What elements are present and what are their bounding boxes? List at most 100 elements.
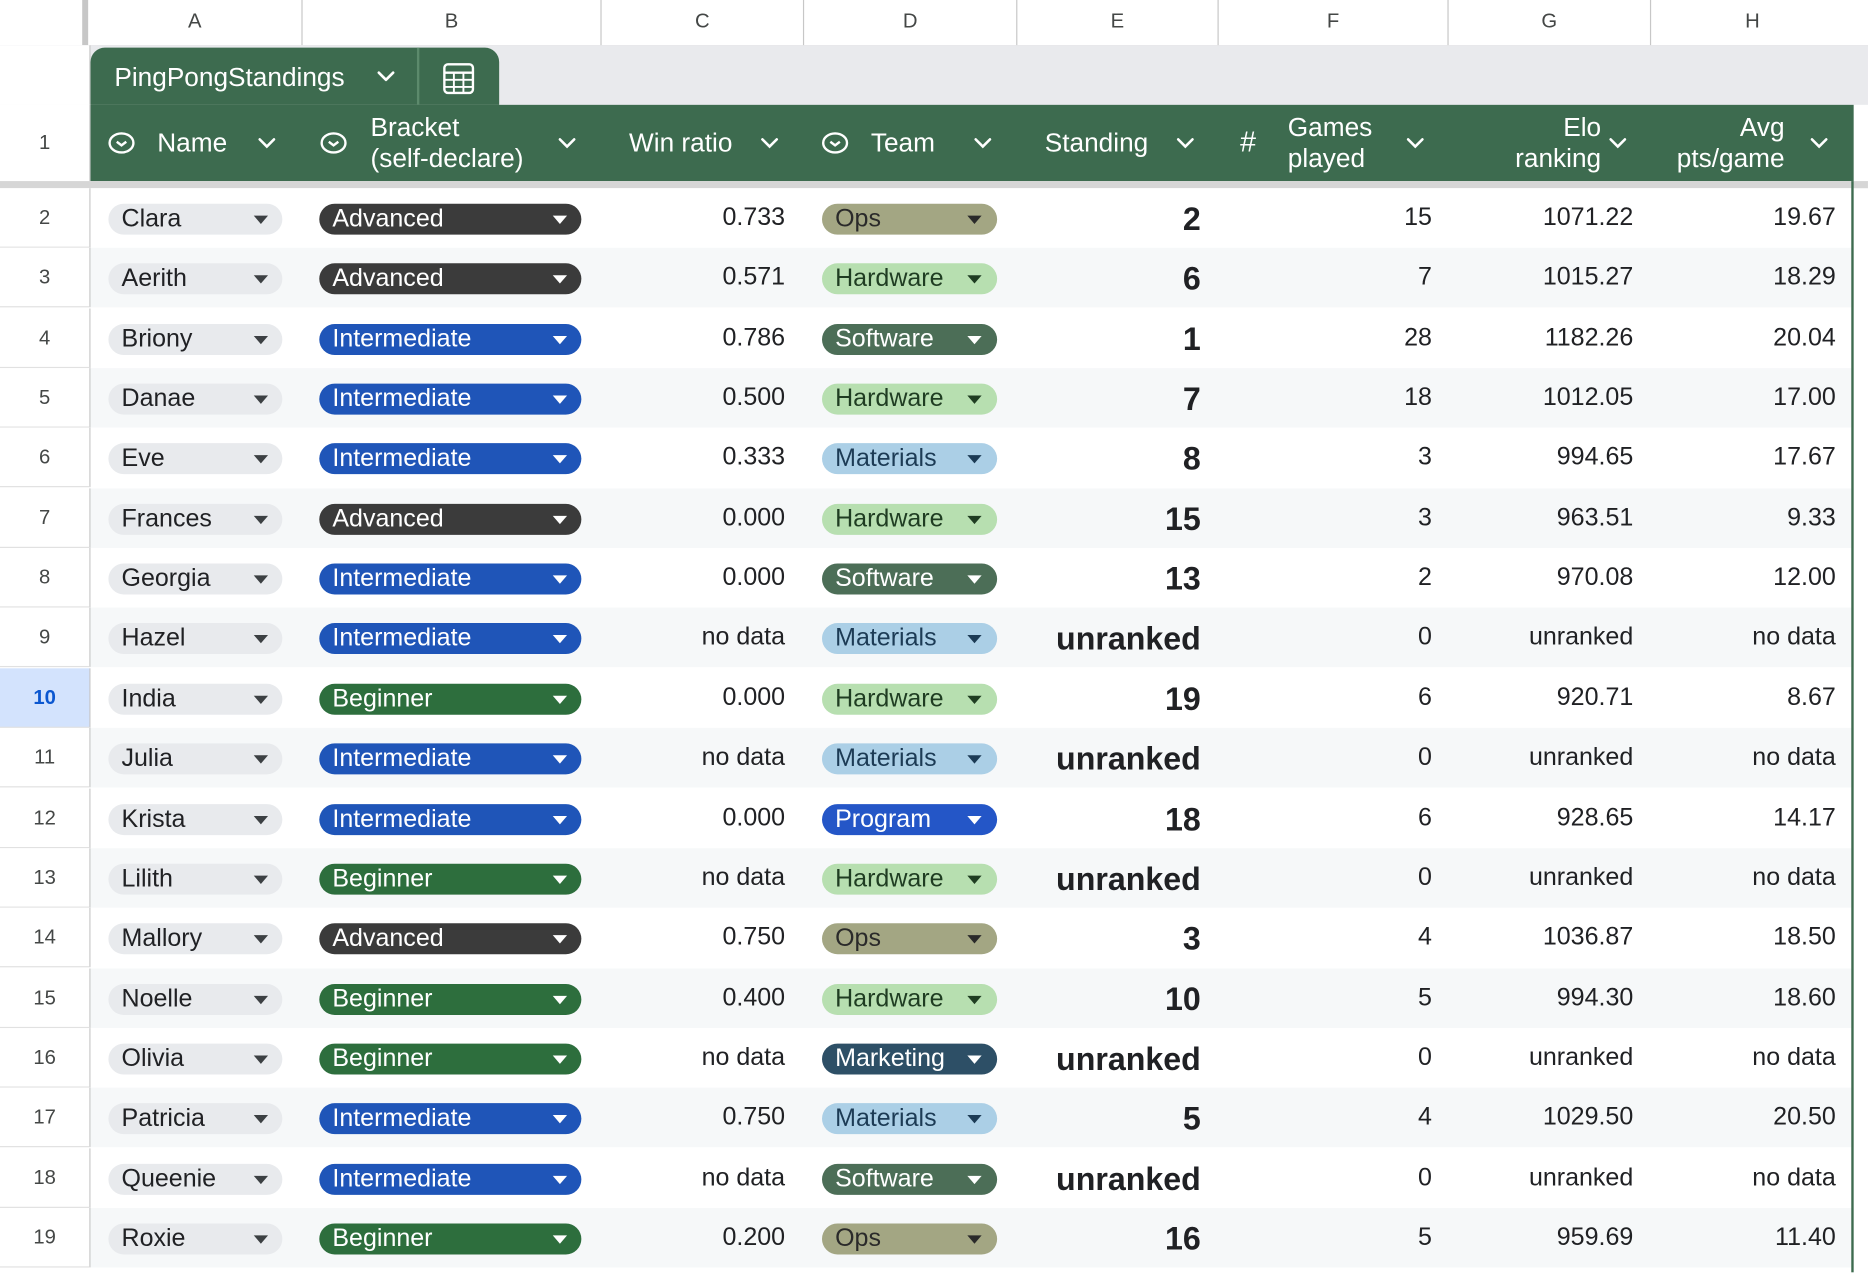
name-chip[interactable]: Frances bbox=[108, 503, 283, 535]
win-ratio-cell[interactable]: 0.000 bbox=[602, 788, 785, 848]
avg-pts-cell[interactable]: no data bbox=[1651, 1028, 1835, 1088]
bracket-chip[interactable]: Beginner bbox=[319, 1223, 582, 1255]
standing-cell[interactable]: unranked bbox=[1017, 1028, 1201, 1088]
team-chip[interactable]: Materials bbox=[821, 443, 998, 475]
games-played-cell[interactable]: 5 bbox=[1219, 1208, 1432, 1268]
bracket-chip[interactable]: Advanced bbox=[319, 503, 582, 535]
name-chip[interactable]: Olivia bbox=[108, 1043, 283, 1075]
team-chip[interactable]: Software bbox=[821, 563, 998, 595]
bracket-chip[interactable]: Intermediate bbox=[319, 563, 582, 595]
games-played-cell[interactable]: 15 bbox=[1219, 188, 1432, 248]
name-chip[interactable]: Noelle bbox=[108, 983, 283, 1015]
games-played-cell[interactable]: 18 bbox=[1219, 368, 1432, 428]
team-chip[interactable]: Ops bbox=[821, 203, 998, 235]
dropdown-arrow-icon[interactable] bbox=[552, 1115, 568, 1124]
chevron-down-icon[interactable] bbox=[1807, 131, 1831, 155]
dropdown-arrow-icon[interactable] bbox=[552, 395, 568, 404]
dropdown-arrow-icon[interactable] bbox=[253, 1055, 269, 1064]
dropdown-arrow-icon[interactable] bbox=[967, 335, 982, 344]
dropdown-arrow-icon[interactable] bbox=[967, 935, 982, 944]
team-chip[interactable]: Software bbox=[821, 323, 998, 355]
dropdown-arrow-icon[interactable] bbox=[967, 1115, 982, 1124]
dropdown-arrow-icon[interactable] bbox=[552, 1235, 568, 1244]
column-header-d[interactable]: D bbox=[804, 0, 1018, 46]
win-ratio-cell[interactable]: 0.750 bbox=[602, 908, 785, 968]
elo-ranking-cell[interactable]: 1182.26 bbox=[1449, 308, 1634, 368]
dropdown-arrow-icon[interactable] bbox=[967, 875, 982, 884]
avg-pts-cell[interactable]: 9.33 bbox=[1651, 488, 1836, 548]
bracket-chip[interactable]: Intermediate bbox=[319, 623, 582, 655]
elo-ranking-cell[interactable]: 959.69 bbox=[1449, 1208, 1634, 1268]
win-ratio-cell[interactable]: 0.000 bbox=[602, 548, 785, 608]
elo-ranking-cell[interactable]: unranked bbox=[1449, 848, 1633, 908]
name-chip[interactable]: Eve bbox=[108, 443, 283, 475]
games-played-cell[interactable]: 0 bbox=[1219, 728, 1432, 788]
dropdown-arrow-icon[interactable] bbox=[552, 215, 568, 224]
avg-pts-cell[interactable]: 14.17 bbox=[1651, 788, 1836, 848]
team-chip[interactable]: Hardware bbox=[821, 263, 998, 295]
team-chip[interactable]: Ops bbox=[821, 923, 998, 955]
dropdown-arrow-icon[interactable] bbox=[253, 515, 269, 524]
dropdown-arrow-icon[interactable] bbox=[253, 935, 269, 944]
name-chip[interactable]: Hazel bbox=[108, 623, 283, 655]
table-name[interactable]: PingPongStandings bbox=[114, 62, 344, 93]
team-chip[interactable]: Materials bbox=[821, 743, 998, 775]
dropdown-arrow-icon[interactable] bbox=[253, 755, 269, 764]
row-number[interactable]: 13 bbox=[0, 848, 91, 908]
win-ratio-cell[interactable]: 0.000 bbox=[602, 668, 785, 728]
chevron-down-icon[interactable] bbox=[758, 131, 782, 155]
row-number[interactable]: 12 bbox=[0, 788, 91, 848]
win-ratio-cell[interactable]: no data bbox=[602, 1028, 785, 1088]
row-number[interactable]: 14 bbox=[0, 907, 91, 968]
elo-ranking-cell[interactable]: 920.71 bbox=[1449, 668, 1634, 728]
header-bracket[interactable]: Bracket (self-declare) bbox=[303, 105, 602, 181]
name-chip[interactable]: Mallory bbox=[108, 923, 283, 955]
name-chip[interactable]: Roxie bbox=[108, 1223, 283, 1255]
chevron-down-icon[interactable] bbox=[374, 64, 398, 88]
avg-pts-cell[interactable]: 11.40 bbox=[1651, 1208, 1836, 1268]
dropdown-arrow-icon[interactable] bbox=[253, 575, 269, 584]
dropdown-arrow-icon[interactable] bbox=[552, 1055, 568, 1064]
dropdown-arrow-icon[interactable] bbox=[967, 1175, 982, 1184]
table-tab[interactable]: PingPongStandings bbox=[90, 47, 500, 105]
elo-ranking-cell[interactable]: 994.30 bbox=[1449, 968, 1634, 1028]
dropdown-arrow-icon[interactable] bbox=[253, 215, 269, 224]
column-header-f[interactable]: F bbox=[1219, 0, 1449, 46]
name-chip[interactable]: Georgia bbox=[108, 563, 283, 595]
avg-pts-cell[interactable]: 18.50 bbox=[1651, 908, 1836, 968]
standing-cell[interactable]: unranked bbox=[1017, 728, 1201, 788]
bracket-chip[interactable]: Beginner bbox=[319, 683, 582, 715]
dropdown-arrow-icon[interactable] bbox=[967, 755, 982, 764]
standing-cell[interactable]: 19 bbox=[1017, 668, 1201, 728]
win-ratio-cell[interactable]: no data bbox=[602, 848, 785, 908]
team-chip[interactable]: Hardware bbox=[821, 683, 998, 715]
team-chip[interactable]: Hardware bbox=[821, 503, 998, 535]
standing-cell[interactable]: 10 bbox=[1017, 968, 1201, 1028]
chevron-down-icon[interactable] bbox=[255, 131, 279, 155]
elo-ranking-cell[interactable]: 994.65 bbox=[1449, 428, 1634, 488]
avg-pts-cell[interactable]: 19.67 bbox=[1651, 188, 1836, 248]
row-number[interactable]: 9 bbox=[0, 608, 91, 668]
team-chip[interactable]: Hardware bbox=[821, 983, 998, 1015]
column-header-b[interactable]: B bbox=[303, 0, 602, 46]
chevron-down-icon[interactable] bbox=[1403, 131, 1427, 155]
standing-cell[interactable]: 15 bbox=[1017, 488, 1201, 548]
dropdown-arrow-icon[interactable] bbox=[967, 1055, 982, 1064]
games-played-cell[interactable]: 0 bbox=[1219, 1148, 1432, 1208]
win-ratio-cell[interactable]: 0.333 bbox=[602, 428, 785, 488]
dropdown-arrow-icon[interactable] bbox=[967, 815, 982, 824]
row-number[interactable]: 6 bbox=[0, 428, 91, 488]
dropdown-arrow-icon[interactable] bbox=[967, 455, 982, 464]
avg-pts-cell[interactable]: no data bbox=[1651, 608, 1835, 668]
avg-pts-cell[interactable]: 18.60 bbox=[1651, 968, 1836, 1028]
table-view-icon[interactable] bbox=[442, 62, 475, 95]
win-ratio-cell[interactable]: 0.000 bbox=[602, 488, 785, 548]
elo-ranking-cell[interactable]: 1012.05 bbox=[1449, 368, 1633, 428]
team-chip[interactable]: Materials bbox=[821, 623, 998, 655]
dropdown-arrow-icon[interactable] bbox=[552, 575, 568, 584]
row-number[interactable]: 4 bbox=[0, 308, 91, 368]
name-chip[interactable]: Julia bbox=[108, 743, 283, 775]
row-number[interactable]: 10 bbox=[0, 668, 91, 728]
dropdown-arrow-icon[interactable] bbox=[967, 215, 982, 224]
dropdown-arrow-icon[interactable] bbox=[552, 935, 568, 944]
